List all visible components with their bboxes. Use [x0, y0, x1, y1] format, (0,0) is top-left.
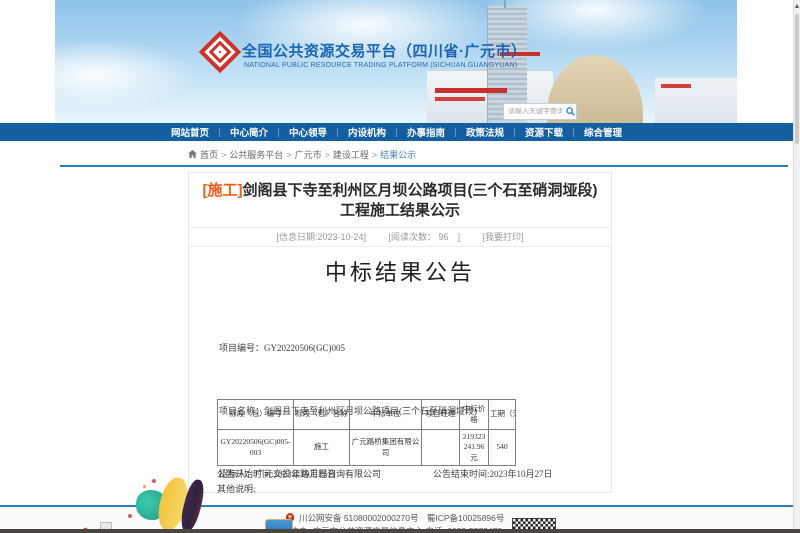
bid-result-table: 标段（包）编号 标段（包）名称 中标单位 项目经理 中标价格 工期（天） GY2… [217, 399, 516, 466]
site-banner: 全国公共资源交易平台（四川省·广元市） NATIONAL PUBLIC RESO… [55, 0, 737, 123]
notice-title: 中标结果公告 [189, 255, 611, 287]
announcement-article: [施工]剑阁县下寺至利州区月坝公路项目(三个石至硝洞垭段)工程施工结果公示 [信… [188, 172, 612, 493]
table-header-row: 标段（包）编号 标段（包）名称 中标单位 项目经理 中标价格 工期（天） [218, 400, 516, 430]
search-button[interactable] [564, 104, 576, 119]
platform-logo [199, 31, 241, 73]
info-date: [信息日期:2023-10-24] [276, 232, 366, 242]
search-box[interactable] [503, 103, 577, 120]
nav-item-admin[interactable]: 综合管理 [574, 125, 632, 139]
gongan-beian-link[interactable]: 川公网安备 51080002000270号 [299, 513, 419, 523]
beian-row: 川公网安备 51080002000270号 蜀ICP备10025896号 [0, 512, 793, 524]
cell-section-no: GY20220506(GC)005-003 [218, 430, 294, 466]
speck-decoration [143, 485, 146, 488]
cell-winner: 广元路桥集团有限公司 [350, 430, 422, 466]
breadcrumb-guangyuan[interactable]: 广元市 [295, 148, 322, 161]
cell-price: 219323241.96元 [460, 430, 489, 466]
main-navigation: 网站首页 中心简介 中心领导 内设机构 办事指南 政策法规 资源下载 综合管理 [0, 123, 793, 141]
other-note: 其他说明: [217, 482, 256, 495]
breadcrumb-home[interactable]: 首页 [200, 148, 218, 161]
nav-item-center-leaders[interactable]: 中心领导 [279, 125, 337, 139]
scroll-up-icon [795, 4, 799, 8]
breadcrumb-separator: > [372, 150, 377, 160]
breadcrumb-service-platform[interactable]: 公共服务平台 [229, 148, 283, 161]
table-row: GY20220506(GC)005-003 施工 广元路桥集团有限公司 2193… [218, 430, 516, 466]
article-tag: [施工] [203, 182, 243, 199]
page-viewport: 全国公共资源交易平台（四川省·广元市） NATIONAL PUBLIC RESO… [0, 0, 800, 533]
taskbar-edge [0, 529, 800, 533]
cloud-decoration [55, 40, 195, 110]
nav-item-service-guide[interactable]: 办事指南 [397, 125, 455, 139]
nav-item-downloads[interactable]: 资源下载 [515, 125, 573, 139]
breadcrumb-separator: > [286, 150, 291, 160]
nav-item-departments[interactable]: 内设机构 [338, 125, 396, 139]
article-title: [施工]剑阁县下寺至利州区月坝公路项目(三个石至硝洞垭段)工程施工结果公示 [201, 181, 599, 221]
breadcrumb-result-publicity: 结果公示 [380, 148, 416, 161]
field-project-no: 项目编号：GY20220506(GC)005 [219, 338, 477, 359]
cell-duration: 540 [489, 430, 516, 466]
cell-section-name: 施工 [294, 430, 350, 466]
breadcrumb-separator: > [221, 150, 226, 160]
breadcrumb-separator: > [325, 150, 330, 160]
col-section-no: 标段（包）编号 [218, 400, 294, 430]
breadcrumb: 首页 > 公共服务平台 > 广元市 > 建设工程 > 结果公示 [188, 148, 416, 161]
publish-end-time: 公告结束时间:2023年10月27日 [433, 467, 553, 480]
site-title: 全国公共资源交易平台（四川省·广元市） [242, 40, 527, 61]
nav-item-home[interactable]: 网站首页 [161, 125, 219, 139]
building-red-sign [435, 97, 485, 101]
col-manager: 项目经理 [422, 400, 460, 430]
building-antenna-graphic [504, 0, 506, 8]
breadcrumb-bar: 首页 > 公共服务平台 > 广元市 > 建设工程 > 结果公示 [55, 141, 793, 168]
site-subtitle: NATIONAL PUBLIC RESOURCE TRADING PLATFOR… [244, 62, 517, 69]
article-title-text: 剑阁县下寺至利州区月坝公路项目(三个石至硝洞垭段)工程施工结果公示 [243, 182, 598, 219]
search-icon [566, 104, 575, 119]
search-input[interactable] [504, 108, 564, 115]
nav-item-center-intro[interactable]: 中心简介 [220, 125, 278, 139]
nav-item-policies[interactable]: 政策法规 [456, 125, 514, 139]
col-price: 中标价格 [460, 400, 489, 430]
speck-decoration [152, 479, 156, 483]
breadcrumb-underline [60, 165, 788, 167]
scroll-up-button[interactable] [794, 0, 800, 12]
cell-manager [422, 430, 460, 466]
col-winner: 中标单位 [350, 400, 422, 430]
scrollbar-thumb[interactable] [795, 14, 799, 144]
speck-decoration [128, 514, 132, 518]
publish-start-time: 公告开始时间:2023年10月25日 [217, 467, 337, 480]
view-count: [阅读次数： 96 ] [389, 232, 461, 242]
col-duration: 工期（天） [489, 400, 516, 430]
col-section-name: 标段（包）名称 [294, 400, 350, 430]
building-red-sign [661, 84, 691, 88]
breadcrumb-construction[interactable]: 建设工程 [333, 148, 369, 161]
print-link[interactable]: [我要打印] [483, 232, 524, 242]
home-icon [188, 150, 197, 160]
building-red-sign [435, 88, 507, 93]
vertical-scrollbar[interactable] [793, 0, 800, 533]
article-meta: [信息日期:2023-10-24] [阅读次数： 96 ] [我要打印] [189, 227, 611, 247]
icp-beian-link[interactable]: 蜀ICP备10025896号 [427, 513, 505, 523]
